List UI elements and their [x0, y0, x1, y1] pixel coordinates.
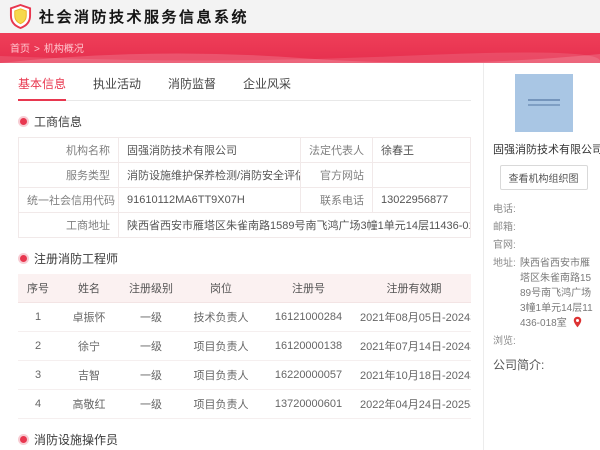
field-value: 13022956877 — [372, 187, 471, 213]
page-title: 社会消防技术服务信息系统 — [39, 9, 250, 26]
field-value: 91610112MA6TT9X07H — [118, 187, 301, 213]
table-cell: 技术负责人 — [182, 302, 260, 332]
table-cell: 一级 — [120, 331, 182, 361]
table-row: 工商地址 陕西省西安市雁塔区朱雀南路1589号南飞鸿广场3幢1单元14层1143… — [18, 212, 471, 238]
table-row: 机构名称 固强消防技术有限公司 法定代表人 徐春王 — [18, 137, 471, 163]
field-label: 工商地址 — [18, 212, 119, 238]
company-name: 固强消防技术有限公司 — [493, 144, 600, 156]
table-cell: 一级 — [120, 360, 182, 390]
column-header: 序号 — [18, 274, 58, 303]
table-header-row: 序号 姓名 注册级别 岗位 注册号 注册有效期 — [18, 274, 471, 303]
field-value — [372, 162, 471, 188]
main-column: 基本信息 执业活动 消防监督 企业风采 工商信息 机构名称 固强消防技术有限公司… — [0, 63, 483, 450]
table-cell: 一级 — [120, 389, 182, 419]
shield-logo-icon — [9, 4, 33, 30]
table-cell: 2 — [18, 331, 58, 361]
business-info-table: 机构名称 固强消防技术有限公司 法定代表人 徐春王 服务类型 消防设施维护保养检… — [18, 137, 471, 238]
table-cell: 13720000601 — [260, 389, 357, 419]
field-value: 固强消防技术有限公司 — [118, 137, 301, 163]
table-cell: 项目负责人 — [182, 360, 260, 390]
map-pin-icon[interactable] — [573, 316, 582, 328]
section-title-text: 注册消防工程师 — [34, 252, 119, 266]
field-label: 法定代表人 — [300, 137, 373, 163]
phone-field: 电话: — [493, 202, 594, 217]
content-area: 基本信息 执业活动 消防监督 企业风采 工商信息 机构名称 固强消防技术有限公司… — [0, 63, 600, 450]
table-cell: 2022年04月24日-2025年04月24日 — [357, 389, 471, 419]
views-field: 浏览: — [493, 334, 594, 349]
table-cell: 卓振怀 — [58, 302, 120, 332]
address-text: 陕西省西安市雁塔区朱雀南路1589号南飞鸿广场3幢1单元14层11436-018… — [127, 220, 471, 232]
section-title-text: 工商信息 — [34, 115, 83, 129]
table-row: 统一社会信用代码 91610112MA6TT9X07H 联系电话 1302295… — [18, 187, 471, 213]
tab-basic-info[interactable]: 基本信息 — [18, 75, 67, 101]
table-cell: 16220000057 — [260, 360, 357, 390]
table-cell: 项目负责人 — [182, 389, 260, 419]
table-cell: 4 — [18, 389, 58, 419]
breadcrumb-current: 机构概况 — [43, 44, 84, 55]
section-title-operators: 消防设施操作员 — [18, 431, 471, 448]
field-value: 陕西省西安市雁塔区朱雀南路1589号南飞鸿广场3幢1单元14层11436-018… — [520, 256, 594, 331]
table-row: 2徐宁一级项目负责人161200001382021年07月14日-2024年07… — [18, 331, 471, 361]
table-cell: 一级 — [120, 302, 182, 332]
tab-fire-supervision[interactable]: 消防监督 — [168, 75, 216, 100]
breadcrumb-home-link[interactable]: 首页 — [10, 44, 30, 55]
section-title-engineers: 注册消防工程师 — [18, 250, 471, 267]
section-title-business: 工商信息 — [18, 113, 471, 130]
table-cell: 2021年07月14日-2024年07月14日 — [357, 331, 471, 361]
field-label: 浏览: — [493, 336, 516, 347]
field-value: 消防设施维护保养检测/消防安全评估 — [118, 162, 301, 188]
field-label: 邮箱: — [493, 222, 516, 233]
tab-company-showcase[interactable]: 企业风采 — [243, 75, 291, 100]
field-label: 地址: — [493, 258, 516, 269]
table-row: 服务类型 消防设施维护保养检测/消防安全评估 官方网站 — [18, 162, 471, 188]
field-value: 徐春王 — [372, 137, 471, 163]
column-header: 注册号 — [260, 274, 357, 303]
red-dot-icon — [20, 255, 27, 262]
tab-practice-activity[interactable]: 执业活动 — [93, 75, 141, 100]
company-sidebar: 固强消防技术有限公司 查看机构组织图 电话: 邮箱: 官网: 地址: 陕西省西安… — [483, 63, 600, 450]
table-row: 4高敬红一级项目负责人137200006012022年04月24日-2025年0… — [18, 389, 471, 419]
field-label: 联系电话 — [300, 187, 373, 213]
field-label: 官网: — [493, 240, 516, 251]
column-header: 岗位 — [182, 274, 260, 303]
section-title-text: 消防设施操作员 — [34, 433, 119, 447]
red-dot-icon — [20, 436, 27, 443]
wave-decoration — [0, 52, 600, 63]
field-label: 统一社会信用代码 — [18, 187, 119, 213]
red-dot-icon — [20, 118, 27, 125]
engineers-table: 序号 姓名 注册级别 岗位 注册号 注册有效期 1 卓振怀 一级 技术负责人 16121000284… — [18, 274, 471, 419]
website-field: 官网: — [493, 238, 594, 253]
table-cell: 3 — [18, 360, 58, 390]
table-cell: 1 — [18, 302, 58, 332]
column-header: 注册有效期 — [357, 274, 471, 303]
address-field: 地址: 陕西省西安市雁塔区朱雀南路1589号南飞鸿广场3幢1单元14层11436… — [493, 256, 594, 331]
column-header: 注册级别 — [120, 274, 182, 303]
table-cell: 项目负责人 — [182, 331, 260, 361]
table-row: 3吉智一级项目负责人162200000572021年10月18日-2024年10… — [18, 360, 471, 390]
column-header: 姓名 — [58, 274, 120, 303]
field-label: 机构名称 — [18, 137, 119, 163]
table-cell: 16121000284 — [260, 302, 357, 332]
table-cell: 2021年08月05日-2024年08月05日 — [357, 302, 471, 332]
table-cell: 徐宁 — [58, 331, 120, 361]
table-cell: 2021年10月18日-2024年10月18日 — [357, 360, 471, 390]
field-label: 服务类型 — [18, 162, 119, 188]
field-value: 陕西省西安市雁塔区朱雀南路1589号南飞鸿广场3幢1单元14层11436-018… — [118, 212, 471, 238]
company-profile-title: 公司简介: — [493, 358, 545, 372]
table-cell: 16120000138 — [260, 331, 357, 361]
table-cell: 吉智 — [58, 360, 120, 390]
breadcrumb-separator: > — [34, 44, 40, 55]
table-cell: 高敬红 — [58, 389, 120, 419]
app-header: 社会消防技术服务信息系统 — [0, 0, 600, 33]
breadcrumb-bar: 首页 > 机构概况 — [0, 33, 600, 63]
breadcrumb: 首页 > 机构概况 — [10, 40, 84, 55]
field-label: 电话: — [493, 204, 516, 215]
tab-bar: 基本信息 执业活动 消防监督 企业风采 — [18, 70, 471, 101]
email-field: 邮箱: — [493, 220, 594, 235]
company-logo-image — [514, 74, 573, 132]
table-row: 1卓振怀一级技术负责人161210002842021年08月05日-2024年0… — [18, 302, 471, 332]
org-chart-button[interactable]: 查看机构组织图 — [499, 165, 588, 190]
field-label: 官方网站 — [300, 162, 373, 188]
